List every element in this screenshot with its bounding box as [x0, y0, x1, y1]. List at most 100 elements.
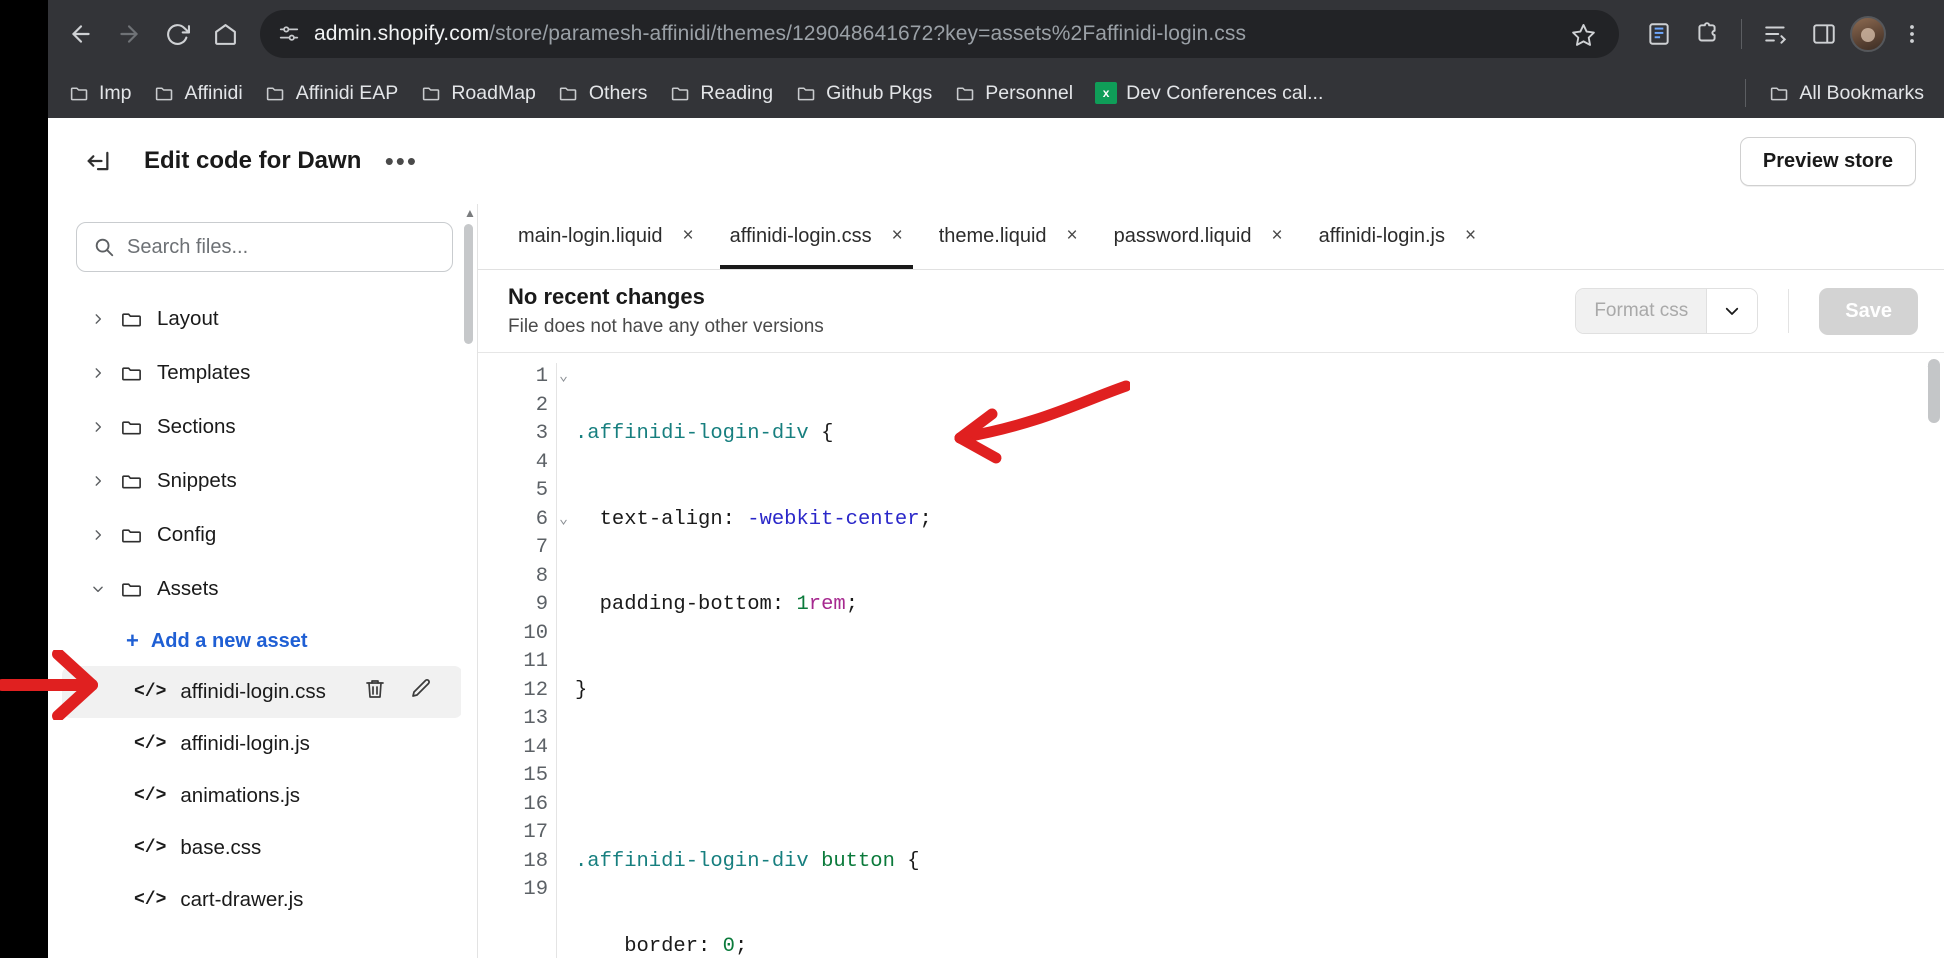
page-title: Edit code for Dawn	[144, 147, 362, 174]
pencil-icon[interactable]	[409, 677, 433, 707]
search-input[interactable]: Search files...	[76, 222, 453, 272]
bookmark-dev-conferences[interactable]: x Dev Conferences cal...	[1085, 76, 1333, 111]
side-panel-icon[interactable]	[1802, 12, 1846, 56]
close-icon[interactable]: ×	[892, 225, 903, 247]
close-icon[interactable]: ×	[683, 225, 694, 247]
format-button-group[interactable]: Format css	[1575, 288, 1759, 334]
preview-store-button[interactable]: Preview store	[1739, 136, 1916, 186]
bookmark-label: Dev Conferences cal...	[1126, 81, 1324, 104]
tab-affinidi-login-css[interactable]: affinidi-login.css ×	[712, 203, 921, 269]
folder-icon	[669, 82, 691, 104]
code-area[interactable]: 1 ⌄ 2 3 4 5 6 ⌄ 7 8 9 10 11 12 13 14 15 …	[478, 352, 1944, 958]
star-icon[interactable]	[1563, 14, 1603, 54]
bookmark-others[interactable]: Others	[548, 76, 658, 111]
editor-split: Search files... Layout Templates Section…	[48, 204, 1944, 958]
tab-label: affinidi-login.css	[729, 224, 872, 247]
line-number: 9	[535, 593, 548, 616]
tree-folder-templates[interactable]: Templates	[62, 346, 463, 400]
code-lines[interactable]: .affinidi-login-div { text-align: -webki…	[557, 353, 1920, 958]
sidebar-scroll-thumb[interactable]	[464, 224, 473, 344]
close-icon[interactable]: ×	[1465, 225, 1476, 247]
tab-label: main-login.liquid	[518, 224, 663, 247]
chevron-down-icon[interactable]	[1706, 289, 1758, 333]
page-header: Edit code for Dawn ••• Preview store	[48, 118, 1944, 204]
sheets-icon: x	[1095, 82, 1118, 104]
home-button[interactable]	[202, 11, 248, 57]
back-button[interactable]	[58, 11, 104, 57]
address-bar[interactable]: admin.shopify.com/store/paramesh-affinid…	[260, 10, 1619, 58]
close-icon[interactable]: ×	[1067, 225, 1078, 247]
tab-theme-liquid[interactable]: theme.liquid ×	[921, 203, 1096, 269]
add-asset-label: Add a new asset	[150, 629, 308, 652]
file-name: affinidi-login.js	[180, 732, 310, 755]
tab-affinidi-login-js[interactable]: affinidi-login.js ×	[1301, 203, 1494, 269]
line-number: 10	[523, 621, 548, 645]
bookmark-label: Affinidi	[184, 81, 243, 104]
add-new-asset-button[interactable]: + Add a new asset	[48, 616, 477, 666]
tab-main-login-liquid[interactable]: main-login.liquid ×	[500, 203, 712, 269]
bookmark-affinidi-eap[interactable]: Affinidi EAP	[255, 76, 409, 111]
bookmark-label: Imp	[99, 81, 132, 104]
tree-folder-sections[interactable]: Sections	[62, 400, 463, 454]
profile-avatar[interactable]	[1850, 16, 1886, 52]
line-number: 5	[535, 479, 548, 502]
save-button[interactable]: Save	[1819, 287, 1918, 335]
tree-folder-layout[interactable]: Layout	[62, 292, 463, 346]
all-bookmarks-button[interactable]: All Bookmarks	[1758, 76, 1934, 111]
more-actions-button[interactable]: •••	[381, 143, 421, 179]
exit-icon[interactable]	[76, 139, 120, 183]
file-item-affinidi-login-css[interactable]: </> affinidi-login.css	[62, 666, 463, 718]
extensions-icon[interactable]	[1685, 12, 1729, 56]
bookmark-roadmap[interactable]: RoadMap	[410, 76, 546, 111]
code-file-icon: </>	[134, 890, 167, 910]
bookmark-imp[interactable]: Imp	[58, 76, 142, 111]
tune-icon[interactable]	[276, 21, 302, 47]
folder-icon	[120, 524, 143, 547]
folder-icon	[154, 82, 176, 104]
format-css-button[interactable]: Format css	[1576, 289, 1707, 333]
fold-toggle-icon[interactable]: ⌄	[559, 363, 568, 392]
line-number: 4	[535, 450, 548, 474]
code-vscroll-thumb[interactable]	[1928, 359, 1940, 423]
line-number: 15	[523, 764, 548, 787]
fold-toggle-icon[interactable]: ⌄	[559, 506, 568, 535]
chrome-menu-icon[interactable]	[1890, 12, 1934, 56]
url-text[interactable]: admin.shopify.com/store/paramesh-affinid…	[314, 22, 1563, 46]
file-item-base-css[interactable]: </> base.css	[62, 822, 463, 874]
file-item-affinidi-login-js[interactable]: </> affinidi-login.js	[62, 718, 463, 770]
tree-folder-assets[interactable]: Assets	[62, 562, 463, 616]
file-tree: Layout Templates Sections Snippets Confi…	[48, 282, 477, 926]
tree-folder-config[interactable]: Config	[62, 508, 463, 562]
sidebar-scrollbar[interactable]: ▲ ▼	[461, 204, 477, 958]
code-vertical-scrollbar[interactable]: ▲ ▼	[1920, 353, 1944, 958]
bookmark-label: Reading	[700, 81, 774, 104]
file-item-animations-js[interactable]: </> animations.js	[62, 770, 463, 822]
search-icon	[93, 236, 115, 258]
chevron-right-icon	[90, 312, 106, 326]
reading-list-icon[interactable]	[1637, 12, 1681, 56]
trash-icon[interactable]	[363, 677, 387, 707]
reload-button[interactable]	[154, 11, 200, 57]
folder-icon	[68, 82, 90, 104]
code-file-icon: </>	[134, 682, 167, 702]
close-icon[interactable]: ×	[1272, 225, 1283, 247]
chevron-right-icon	[90, 474, 106, 488]
file-row-actions	[363, 677, 443, 707]
code-line: }	[575, 678, 588, 702]
line-number-gutter: 1 ⌄ 2 3 4 5 6 ⌄ 7 8 9 10 11 12 13 14 15 …	[478, 353, 568, 958]
forward-button[interactable]	[106, 11, 152, 57]
tree-folder-snippets[interactable]: Snippets	[62, 454, 463, 508]
bookmark-reading[interactable]: Reading	[659, 76, 783, 111]
split-view-icon[interactable]	[1754, 12, 1798, 56]
bookmark-personnel[interactable]: Personnel	[944, 76, 1083, 111]
bookmark-affinidi[interactable]: Affinidi	[144, 76, 253, 111]
tab-password-liquid[interactable]: password.liquid ×	[1096, 203, 1301, 269]
bookmark-github-pkgs[interactable]: Github Pkgs	[785, 76, 942, 111]
line-number: 11	[523, 650, 548, 673]
scroll-up-arrow-icon[interactable]: ▲	[464, 206, 476, 220]
folder-icon	[954, 82, 976, 104]
url-host: admin.shopify.com	[314, 22, 490, 45]
file-item-cart-drawer-js[interactable]: </> cart-drawer.js	[62, 874, 463, 926]
tab-label: theme.liquid	[938, 224, 1047, 247]
folder-icon	[265, 82, 287, 104]
